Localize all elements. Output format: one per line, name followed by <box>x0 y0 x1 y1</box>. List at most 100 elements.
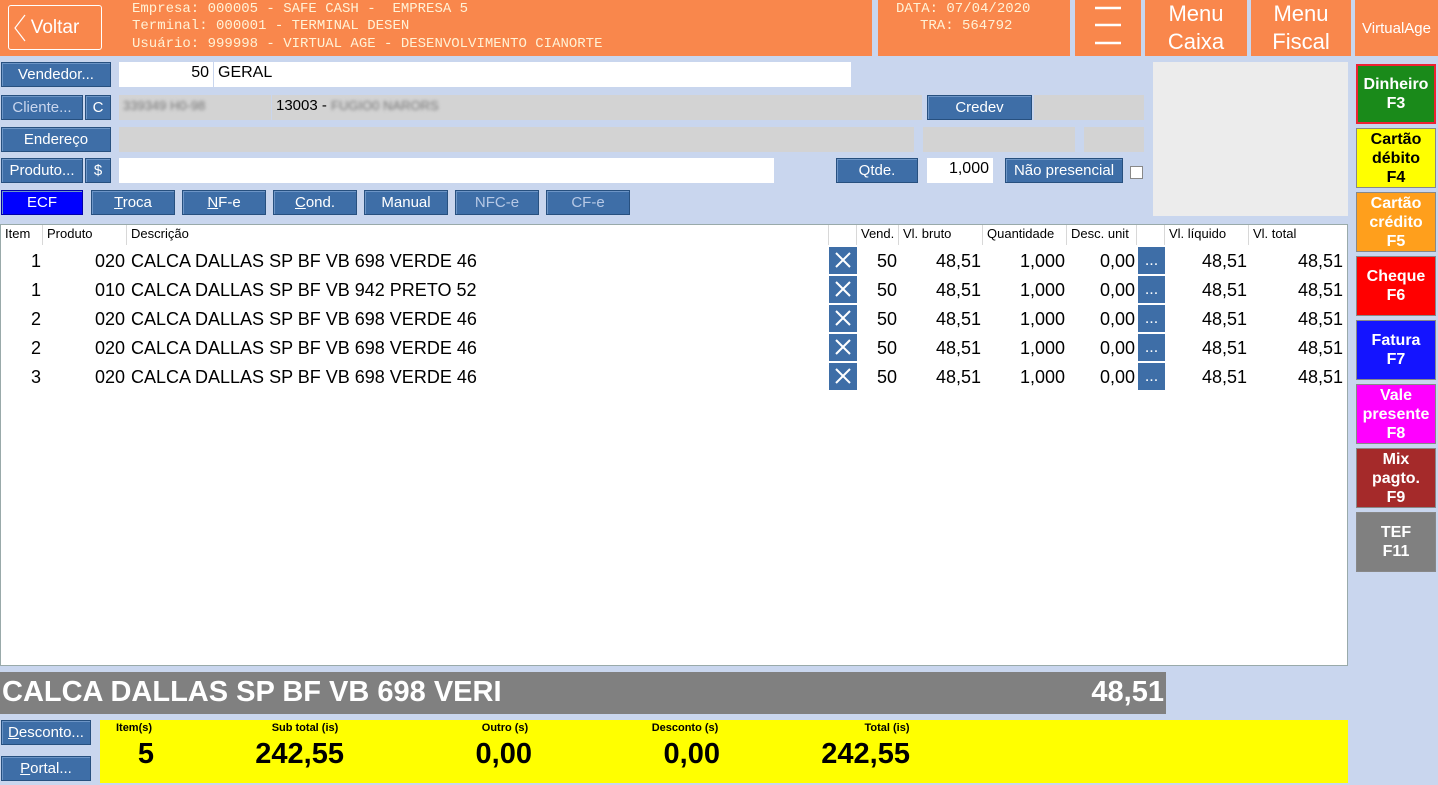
payment-label-line1: Cartão <box>1370 194 1422 212</box>
menu-caixa-button[interactable]: Menu Caixa <box>1145 0 1247 56</box>
cell-desc-unit: 0,00 <box>1099 309 1135 329</box>
header-vl-liquido: Vl. líquido <box>1165 225 1249 245</box>
payment-button-f4[interactable]: Cartão débito F4 <box>1356 128 1436 188</box>
cell-vl-bruto: 48,51 <box>935 280 981 300</box>
remove-item-button[interactable] <box>829 276 857 303</box>
payment-button-f6[interactable]: Cheque F6 <box>1356 256 1436 316</box>
payment-button-f8[interactable]: Vale presente F8 <box>1356 384 1436 444</box>
cell-quantidade: 1,000 <box>1019 309 1065 329</box>
cell-desc-unit: 0,00 <box>1099 367 1135 387</box>
produto-price-button[interactable]: $ <box>85 158 111 183</box>
cell-quantidade: 1,000 <box>1019 280 1065 300</box>
produto-button[interactable]: Produto... <box>1 158 83 183</box>
credev-label: Credev <box>955 99 1004 116</box>
cell-vl-liquido: 48,51 <box>1201 338 1247 358</box>
vendedor-code-field[interactable]: 50 <box>119 62 213 87</box>
cell-vl-bruto: 48,51 <box>935 367 981 387</box>
cell-item: 1 <box>30 251 41 271</box>
payment-label-line2: pagto. <box>1372 469 1420 487</box>
table-row[interactable]: 2 020 CALCA DALLAS SP BF VB 698 VERDE 46 50… <box>1 304 1347 333</box>
brand-button[interactable]: VirtualAge <box>1355 0 1438 56</box>
tra-info: TRA: 564792 <box>920 18 1013 34</box>
item-details-button[interactable]: ... <box>1138 305 1165 332</box>
remove-item-button[interactable] <box>829 305 857 332</box>
payment-label-line1: Vale <box>1379 386 1412 404</box>
payment-label-line1: TEF <box>1380 524 1412 541</box>
current-item-value: 48,51 <box>1091 676 1164 708</box>
cell-item: 2 <box>30 309 41 329</box>
hamburger-menu-button[interactable] <box>1075 0 1141 56</box>
tab-cfe-label: CF-e <box>571 194 605 211</box>
payment-button-f7[interactable]: Fatura F7 <box>1356 320 1436 380</box>
tab-manual-label: Manual <box>381 194 431 211</box>
table-row[interactable]: 2 020 CALCA DALLAS SP BF VB 698 VERDE 46 50… <box>1 333 1347 362</box>
payment-shortcut-key: F7 <box>1386 351 1406 368</box>
item-details-button[interactable]: ... <box>1138 363 1165 390</box>
remove-item-button[interactable] <box>829 363 857 390</box>
current-item-bar: CALCA DALLAS SP BF VB 698 VERI 48,51 <box>0 672 1166 714</box>
cell-descricao: CALCA DALLAS SP BF VB 698 VERDE 46 <box>131 338 477 358</box>
close-icon <box>835 281 851 297</box>
produto-input[interactable] <box>119 158 774 183</box>
table-row[interactable]: 1 020 CALCA DALLAS SP BF VB 698 VERDE 46 50… <box>1 246 1347 275</box>
cliente-c-button[interactable]: C <box>85 95 111 120</box>
table-row[interactable]: 1 010 CALCA DALLAS SP BF VB 942 PRETO 52 50… <box>1 275 1347 304</box>
header-vl-bruto: Vl. bruto <box>899 225 983 245</box>
cell-vl-liquido: 48,51 <box>1201 280 1247 300</box>
cell-descricao: CALCA DALLAS SP BF VB 698 VERDE 46 <box>131 367 477 387</box>
header-quantidade: Quantidade <box>983 225 1067 245</box>
credev-button[interactable]: Credev <box>927 95 1032 120</box>
tab-manual[interactable]: Manual <box>364 190 448 215</box>
menu-fiscal-button[interactable]: Menu Fiscal <box>1251 0 1351 56</box>
item-details-button[interactable]: ... <box>1138 334 1165 361</box>
payment-label-line1: Cartão <box>1370 130 1422 148</box>
cliente-doc-field: 339349 H0-98 <box>119 95 271 120</box>
payment-label-line1: Fatura <box>1371 332 1421 349</box>
tab-troca[interactable]: Troca <box>91 190 175 215</box>
portal-key: P <box>20 760 31 777</box>
credev-value-field <box>1034 95 1144 120</box>
nao-presencial-label: Não presencial <box>1013 162 1115 179</box>
header-more <box>1137 225 1165 245</box>
tab-nfe[interactable]: NF-e <box>182 190 266 215</box>
tab-nfce[interactable]: NFC-e <box>455 190 539 215</box>
desconto-button[interactable]: Desconto... <box>1 720 91 745</box>
item-details-button[interactable]: ... <box>1138 247 1165 274</box>
remove-item-button[interactable] <box>829 247 857 274</box>
portal-button[interactable]: Portal... <box>1 756 91 781</box>
cliente-name-field: 13003 - FUGIO0 NARORS <box>272 95 922 120</box>
cell-desc-unit: 0,00 <box>1099 251 1135 271</box>
cell-vend: 50 <box>876 338 897 358</box>
payment-button-label: Mix pagto. F9 <box>1372 450 1420 507</box>
item-details-button[interactable]: ... <box>1138 276 1165 303</box>
customer-photo-panel <box>1153 62 1348 216</box>
payment-shortcut-key: F4 <box>1386 168 1406 186</box>
qtde-value: 1,000 <box>948 160 989 177</box>
cell-vl-liquido: 48,51 <box>1201 251 1247 271</box>
close-icon <box>835 252 851 268</box>
qtde-input[interactable]: 1,000 <box>927 158 993 183</box>
tab-cfe[interactable]: CF-e <box>546 190 630 215</box>
tab-cond[interactable]: Cond. <box>273 190 357 215</box>
endereco-button[interactable]: Endereço <box>1 127 111 152</box>
qtde-button[interactable]: Qtde. <box>836 158 918 183</box>
vendedor-button[interactable]: Vendedor... <box>1 62 111 87</box>
tab-ecf[interactable]: ECF <box>1 190 83 215</box>
close-icon <box>835 368 851 384</box>
back-button[interactable]: Voltar <box>8 5 102 50</box>
outro-value: 0,00 <box>475 738 532 770</box>
payment-button-f3[interactable]: Dinheiro F3 <box>1356 64 1436 124</box>
cliente-name: FUGIO0 NARORS <box>331 98 439 113</box>
cell-item: 2 <box>30 338 41 358</box>
cliente-button[interactable]: Cliente... <box>1 95 83 120</box>
table-row[interactable]: 3 020 CALCA DALLAS SP BF VB 698 VERDE 46 50… <box>1 362 1347 391</box>
nao-presencial-button[interactable]: Não presencial <box>1005 158 1123 183</box>
payment-button-f5[interactable]: Cartão crédito F5 <box>1356 192 1436 252</box>
payment-button-f9[interactable]: Mix pagto. F9 <box>1356 448 1436 508</box>
nao-presencial-checkbox[interactable] <box>1130 166 1143 179</box>
payment-shortcut-key: F6 <box>1386 287 1406 304</box>
payment-button-f11[interactable]: TEF F11 <box>1356 512 1436 572</box>
header-vend: Vend. <box>857 225 899 245</box>
payment-button-label: Fatura F7 <box>1372 331 1421 369</box>
remove-item-button[interactable] <box>829 334 857 361</box>
